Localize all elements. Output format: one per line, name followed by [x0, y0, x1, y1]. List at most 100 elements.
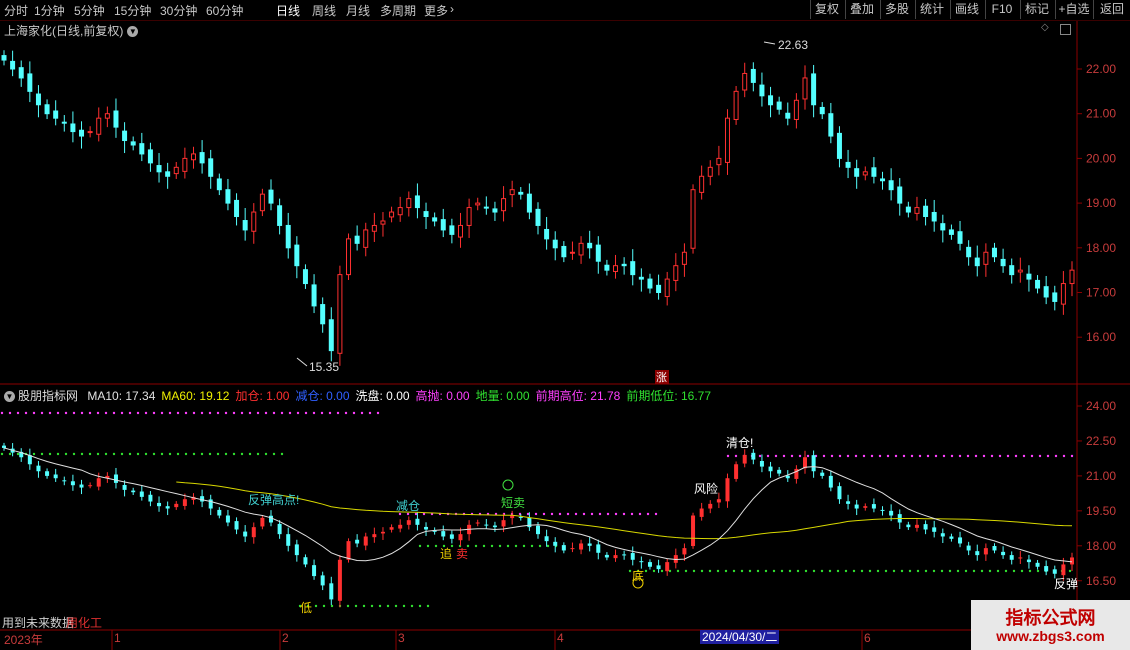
tab-monthly[interactable]: 月线	[346, 2, 370, 19]
back-button[interactable]: 返回	[1093, 0, 1130, 19]
maximize-icon[interactable]	[1060, 24, 1071, 35]
multi-stock-button[interactable]: 多股	[880, 0, 913, 19]
reference-dot	[8, 411, 12, 415]
candle-body	[173, 166, 179, 175]
candle-body	[638, 276, 644, 280]
indicator-body	[269, 515, 273, 523]
reference-dot	[900, 569, 904, 573]
tab-60min[interactable]: 60分钟	[206, 2, 243, 19]
tab-timeshare[interactable]: 分时	[4, 2, 28, 19]
future-data-note: 用到未来数据	[2, 616, 75, 630]
reference-dot	[414, 512, 418, 516]
indicator-body	[553, 541, 558, 546]
tab-weekly[interactable]: 周线	[312, 2, 336, 19]
indicator-body	[484, 524, 489, 526]
candle-body	[897, 186, 903, 204]
diamond-icon[interactable]: ◇	[1041, 22, 1049, 33]
reference-dot	[506, 544, 510, 548]
reference-dot	[410, 604, 414, 608]
chevron-right-icon[interactable]: ›	[450, 2, 454, 16]
indicator-tick-label: 19.50	[1086, 504, 1116, 518]
indicator-body	[355, 539, 360, 544]
candle-body	[716, 157, 722, 166]
indicator-body	[346, 541, 351, 560]
reference-dot	[168, 452, 172, 456]
candle-body	[113, 110, 119, 128]
reference-dot	[574, 512, 578, 516]
f10-button[interactable]: F10	[985, 0, 1018, 19]
reference-dot	[160, 411, 164, 415]
stats-button[interactable]: 统计	[915, 0, 948, 19]
indicator-body	[217, 509, 222, 516]
candle-body	[1000, 258, 1006, 267]
reference-dot	[844, 569, 848, 573]
candle-body	[346, 238, 352, 276]
tab-1min[interactable]: 1分钟	[34, 2, 65, 19]
reference-dot	[796, 569, 800, 573]
chevron-down-icon[interactable]: ▼	[127, 26, 139, 38]
draw-line-button[interactable]: 画线	[950, 0, 983, 19]
candle-body	[707, 166, 713, 177]
reference-dot	[314, 604, 318, 608]
reference-dot	[924, 569, 928, 573]
reference-dot	[708, 569, 712, 573]
candle-body	[130, 141, 136, 146]
tab-multi-period[interactable]: 多周期	[380, 2, 416, 19]
date-month-label: 2	[282, 631, 289, 645]
reference-dot	[972, 569, 976, 573]
reference-dot	[330, 604, 334, 608]
toolbar: 分时 1分钟 5分钟 15分钟 30分钟 60分钟 日线 周线 月线 多周期 更…	[0, 0, 1130, 21]
indicator-body	[647, 562, 652, 567]
indicator-body	[1035, 562, 1040, 567]
chevron-down-icon[interactable]: ▼	[4, 391, 15, 403]
reference-dot	[256, 452, 260, 456]
indicator-body	[544, 536, 549, 542]
indicator-body	[182, 499, 187, 506]
reference-dot	[876, 569, 880, 573]
indicator-body	[372, 534, 377, 538]
mark-button[interactable]: 标记	[1020, 0, 1053, 19]
candle-body	[104, 113, 110, 119]
tab-5min[interactable]: 5分钟	[74, 2, 105, 19]
reference-dot	[280, 452, 284, 456]
indicator-body	[725, 478, 730, 502]
indicator-body	[148, 494, 153, 502]
reference-dot	[152, 411, 156, 415]
indicator-body	[699, 508, 704, 517]
tab-daily[interactable]: 日线	[276, 2, 300, 19]
reference-dot	[40, 452, 44, 456]
reference-dot	[96, 452, 100, 456]
candle-body	[251, 211, 257, 232]
candle-body	[630, 261, 636, 276]
candle-body	[750, 68, 756, 83]
reference-dot	[272, 452, 276, 456]
indicator-body	[363, 536, 368, 546]
adjust-button[interactable]: 复权	[810, 0, 843, 19]
tab-30min[interactable]: 30分钟	[160, 2, 197, 19]
candle-body	[724, 117, 730, 163]
reference-dot	[530, 544, 534, 548]
indicator-name[interactable]: 股朋指标网	[18, 389, 78, 403]
stock-title[interactable]: 上海家化(日线,前复权) ▼	[4, 22, 139, 39]
limit-up-badge: 涨	[656, 371, 667, 384]
tab-more[interactable]: 更多	[424, 2, 448, 19]
reference-dot	[120, 411, 124, 415]
indicator-body	[983, 548, 988, 555]
reference-dot	[734, 454, 738, 458]
reference-dot	[684, 569, 688, 573]
reference-dot	[240, 411, 244, 415]
candle-body	[190, 153, 196, 161]
candle-body	[1009, 265, 1015, 276]
reference-dot	[598, 512, 602, 516]
candle-body	[328, 319, 334, 352]
reference-dot	[208, 452, 212, 456]
candle-body	[44, 104, 50, 115]
candle-body	[948, 229, 954, 235]
candle-body	[294, 244, 300, 267]
reference-dot	[830, 454, 834, 458]
indicator-body	[96, 478, 101, 487]
overlay-button[interactable]: 叠加	[845, 0, 878, 19]
candle-body	[147, 149, 153, 164]
tab-15min[interactable]: 15分钟	[114, 2, 151, 19]
add-favorite-button[interactable]: +自选	[1055, 0, 1092, 19]
